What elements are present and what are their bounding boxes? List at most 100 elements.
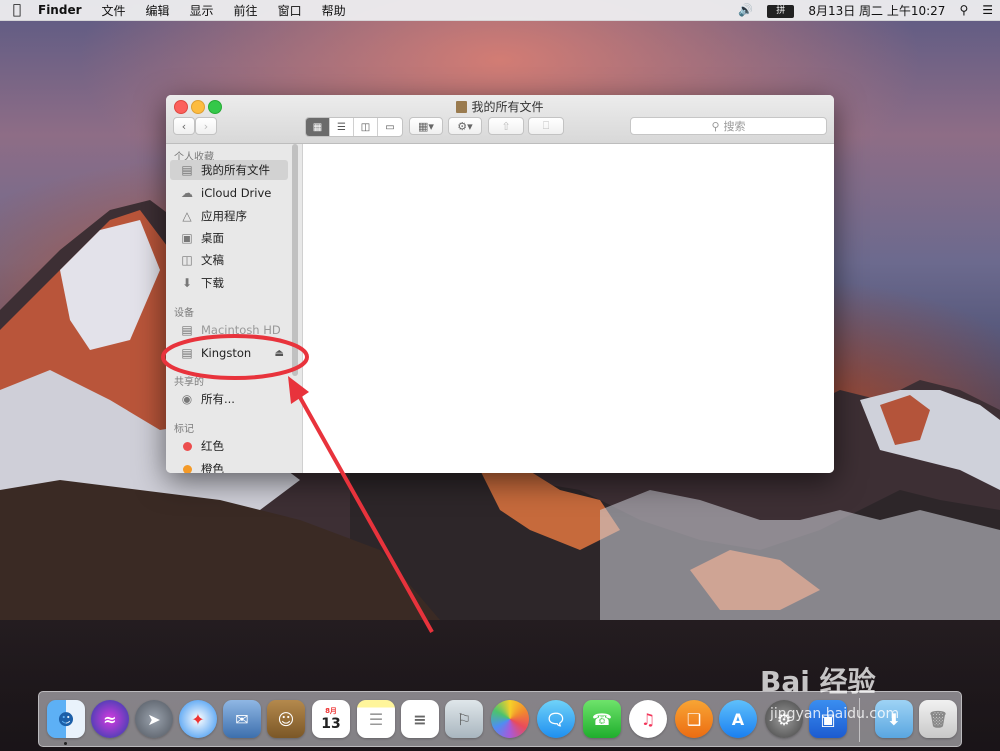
sidebar-item-label: 橙色	[201, 462, 224, 473]
sidebar-scrollbar[interactable]	[292, 144, 298, 376]
menu-view[interactable]: 显示	[180, 2, 224, 19]
sidebar-item-icloud-drive[interactable]: ☁ iCloud Drive	[170, 183, 288, 203]
network-icon: ◉	[181, 392, 193, 406]
input-method-label: 拼	[767, 5, 795, 18]
apple-menu-icon[interactable]: 	[0, 2, 34, 18]
menu-edit[interactable]: 编辑	[136, 2, 180, 19]
arrange-grid-icon: ▦▾	[418, 119, 434, 133]
edit-tags-button[interactable]: ⎕	[528, 117, 564, 135]
sidebar-item-label: iCloud Drive	[201, 186, 272, 200]
window-title: 我的所有文件	[166, 98, 834, 115]
facetime-dock-icon[interactable]: ☎	[583, 700, 621, 738]
downloads-icon: ⬇	[181, 276, 193, 290]
running-indicator	[64, 742, 67, 745]
menu-file[interactable]: 文件	[92, 2, 136, 19]
ibooks-dock-icon[interactable]: ❑	[675, 700, 713, 738]
sidebar-item-tag-red[interactable]: 红色	[170, 436, 288, 456]
search-icon: ⚲	[711, 119, 720, 133]
hard-disk-icon: ▤	[181, 323, 193, 337]
cloud-icon: ☁	[181, 186, 193, 200]
calendar-month: 8月	[325, 707, 337, 715]
sidebar-item-downloads[interactable]: ⬇ 下载	[170, 273, 288, 293]
menu-bar:  Finder 文件 编辑 显示 前往 窗口 帮助 🔊 拼 8月13日 周二 …	[0, 0, 1000, 21]
finder-dock-icon[interactable]: ☻	[47, 700, 85, 738]
icon-view-button[interactable]: ▦	[306, 118, 330, 136]
reminders-dock-icon[interactable]: ≡	[401, 700, 439, 738]
notes-dock-icon[interactable]: ☰	[357, 700, 395, 738]
messages-dock-icon[interactable]: 🗨	[537, 700, 575, 738]
cover-flow-view-button[interactable]: ▭	[378, 118, 402, 136]
sidebar-item-all-files[interactable]: ▤ 我的所有文件	[170, 160, 288, 180]
notification-center-icon[interactable]: ☰	[975, 3, 1000, 17]
sidebar-item-label: 桌面	[201, 231, 224, 245]
sidebar-header-devices: 设备	[174, 308, 194, 319]
desktop-icon: ▣	[181, 231, 193, 245]
baidu-watermark-logo: Bai 经验	[760, 665, 876, 698]
columns-icon: ◫	[360, 121, 371, 133]
all-files-folder-icon	[456, 101, 468, 113]
finder-sidebar: 个人收藏 ▤ 我的所有文件 ☁ iCloud Drive △ 应用程序 ▣ 桌面 ◫ 文稿…	[166, 144, 303, 473]
baidu-watermark-url: jingyan.baidu.com	[770, 706, 900, 722]
calendar-day: 13	[321, 716, 341, 732]
documents-icon: ◫	[181, 253, 193, 267]
eject-icon[interactable]: ⏏	[275, 348, 284, 359]
mail-dock-icon[interactable]: ✉	[223, 700, 261, 738]
sidebar-item-documents[interactable]: ◫ 文稿	[170, 250, 288, 270]
app-store-dock-icon[interactable]: A	[719, 700, 757, 738]
search-placeholder: 搜索	[723, 120, 746, 133]
finder-window: 我的所有文件 ‹ › ▦ ☰ ◫ ▭ ▦▾ ⚙▾ ⇧ ⎕ ⚲ 搜索 个人收藏 ▤ 我…	[166, 95, 834, 473]
cover-flow-icon: ▭	[385, 121, 395, 133]
back-button[interactable]: ‹	[173, 117, 195, 135]
menu-app-finder[interactable]: Finder	[34, 3, 92, 17]
menu-window[interactable]: 窗口	[268, 2, 312, 19]
window-title-text: 我的所有文件	[471, 100, 544, 114]
spotlight-search-icon[interactable]: ⚲	[952, 3, 975, 17]
sidebar-item-label: 应用程序	[201, 209, 247, 223]
menu-clock[interactable]: 8月13日 周二 上午10:27	[801, 2, 952, 19]
sidebar-item-applications[interactable]: △ 应用程序	[170, 206, 288, 226]
volume-icon[interactable]: 🔊	[731, 3, 760, 17]
usb-drive-icon: ▤	[181, 346, 193, 360]
all-files-icon: ▤	[181, 163, 193, 177]
sidebar-item-label: Kingston	[201, 346, 252, 360]
share-button[interactable]: ⇧	[488, 117, 524, 135]
action-button[interactable]: ⚙▾	[448, 117, 482, 135]
calendar-dock-icon[interactable]: 8月 13	[312, 700, 350, 738]
sidebar-item-kingston[interactable]: ▤ Kingston ⏏	[170, 343, 288, 363]
sidebar-item-label: 下载	[201, 276, 224, 290]
photos-dock-icon[interactable]	[491, 700, 529, 738]
menu-go[interactable]: 前往	[224, 2, 268, 19]
orange-tag-icon	[182, 464, 192, 473]
window-toolbar: 我的所有文件 ‹ › ▦ ☰ ◫ ▭ ▦▾ ⚙▾ ⇧ ⎕ ⚲ 搜索	[166, 95, 834, 144]
launchpad-dock-icon[interactable]: ➤	[135, 700, 173, 738]
trash-dock-icon[interactable]: 🗑	[919, 700, 957, 738]
sidebar-item-label: 红色	[201, 439, 224, 453]
sidebar-item-tag-orange[interactable]: 橙色	[170, 459, 288, 473]
applications-icon: △	[182, 209, 192, 223]
contacts-dock-icon[interactable]: ☺	[267, 700, 305, 738]
red-tag-icon	[182, 441, 192, 451]
menu-help[interactable]: 帮助	[312, 2, 356, 19]
arrange-button[interactable]: ▦▾	[409, 117, 443, 135]
sidebar-item-desktop[interactable]: ▣ 桌面	[170, 228, 288, 248]
input-method-icon[interactable]: 拼	[760, 2, 801, 18]
siri-dock-icon[interactable]: ≈	[91, 700, 129, 738]
sidebar-item-shared-all[interactable]: ◉ 所有...	[170, 389, 288, 409]
search-field[interactable]: ⚲ 搜索	[630, 117, 827, 135]
column-view-button[interactable]: ◫	[354, 118, 378, 136]
safari-dock-icon[interactable]: ✦	[179, 700, 217, 738]
sidebar-item-macintosh-hd[interactable]: ▤ Macintosh HD	[170, 320, 288, 340]
sidebar-item-label: 我的所有文件	[201, 163, 270, 177]
sidebar-item-label: Macintosh HD	[201, 323, 281, 337]
grid-icon: ▦	[312, 121, 323, 133]
itunes-dock-icon[interactable]: ♫	[629, 700, 667, 738]
list-view-button[interactable]: ☰	[330, 118, 354, 136]
chevron-left-icon: ‹	[181, 119, 187, 133]
maps-dock-icon[interactable]: ⚐	[445, 700, 483, 738]
gear-icon: ⚙▾	[457, 119, 473, 133]
file-browser-content[interactable]	[303, 144, 834, 473]
chevron-right-icon: ›	[203, 119, 209, 133]
forward-button[interactable]: ›	[195, 117, 217, 135]
sidebar-header-shared: 共享的	[174, 377, 204, 388]
sidebar-item-label: 所有...	[201, 392, 235, 406]
